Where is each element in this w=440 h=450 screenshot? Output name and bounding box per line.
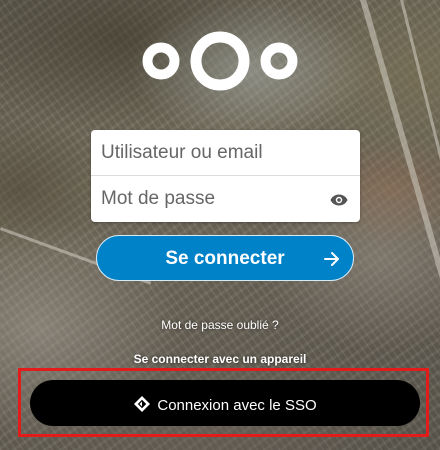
username-field-container (91, 130, 360, 176)
show-password-eye-icon[interactable] (330, 193, 348, 206)
background-road (360, 0, 440, 289)
device-login-link[interactable]: Se connecter avec un appareil (0, 352, 440, 366)
sso-button-label: Connexion avec le SSO (157, 397, 317, 414)
login-form (91, 130, 360, 222)
sso-login-button[interactable]: Connexion avec le SSO (30, 380, 420, 426)
password-input[interactable] (91, 176, 360, 222)
login-submit-button[interactable]: Se connecter (96, 235, 354, 281)
key-diamond-icon (133, 396, 157, 414)
arrow-right-icon (323, 250, 341, 268)
password-field-container (91, 176, 360, 222)
nextcloud-logo-icon (140, 31, 300, 93)
forgot-password-link[interactable]: Mot de passe oublié ? (0, 318, 440, 332)
login-submit-label: Se connecter (165, 248, 285, 269)
username-input[interactable] (91, 130, 360, 175)
sso-button-content: Connexion avec le SSO (30, 395, 420, 414)
